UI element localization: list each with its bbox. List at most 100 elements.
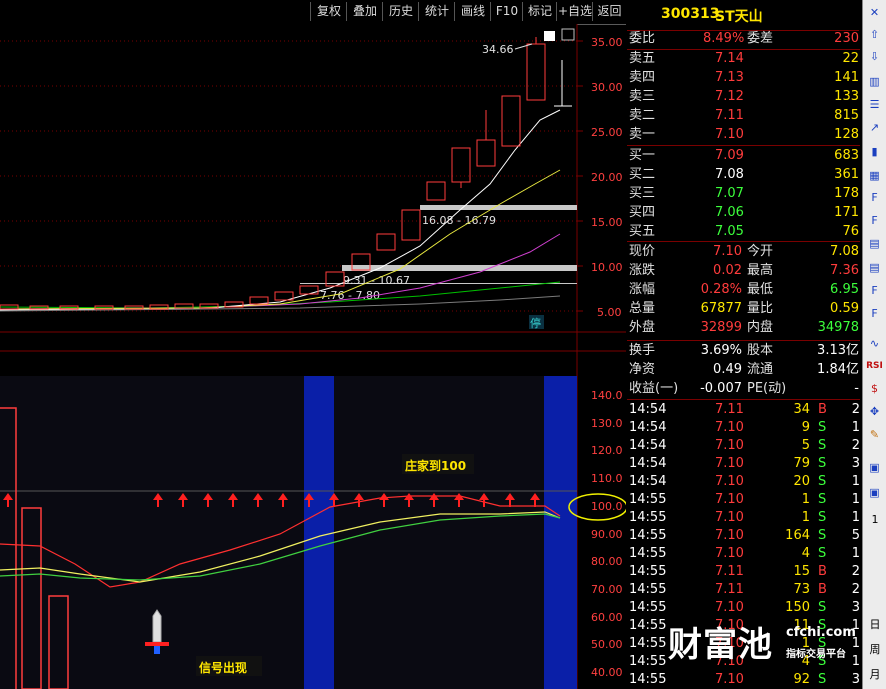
fundamental-label: 股本 <box>747 343 774 358</box>
list-icon[interactable]: ☰ <box>866 97 883 112</box>
indicator-axis-label: 60.00 <box>591 611 623 624</box>
draw-line-button[interactable]: 画线 <box>454 2 491 21</box>
stat-value: 6.95 <box>830 282 859 297</box>
add-watchlist-button[interactable]: +自选 <box>556 2 593 21</box>
tick-price: 7.11 <box>715 582 744 597</box>
order-price: 7.06 <box>715 205 744 220</box>
tick-price: 7.10 <box>715 546 744 561</box>
tick-time: 14:54 <box>629 420 667 435</box>
sell-order-row: 卖一 7.10 128 <box>627 126 860 144</box>
f10-icon[interactable]: F <box>866 283 883 298</box>
wave-chart-icon[interactable]: ∿ <box>866 336 883 351</box>
chart-icon[interactable]: ▤ <box>866 260 883 275</box>
tick-time: 14:55 <box>629 564 667 579</box>
close-icon[interactable]: ✕ <box>866 5 883 20</box>
indicator-panel <box>0 376 577 689</box>
tick-price: 7.10 <box>715 510 744 525</box>
fuquan-button[interactable]: 复权 <box>310 2 347 21</box>
tick-side: S <box>818 510 827 525</box>
tick-time: 14:54 <box>629 474 667 489</box>
fundamental-value: - <box>854 381 859 396</box>
tick-row: 14:54 7.10 79 S 3 <box>627 455 860 473</box>
line-chart-icon[interactable]: ↗ <box>866 120 883 135</box>
fundamental-row: 收益(一) -0.007 PE(动) - <box>627 380 860 398</box>
minute-chart-icon[interactable]: ▥ <box>866 74 883 89</box>
weibi-row: 委比 8.49% 委差 230 <box>627 30 860 48</box>
document-icon[interactable]: ▤ <box>866 236 883 251</box>
period-day[interactable]: 日 <box>865 616 885 632</box>
indicator-axis-label: 40.00 <box>591 666 623 679</box>
stat-label: 涨幅 <box>629 282 656 297</box>
window-icon[interactable]: ▣ <box>866 460 883 475</box>
period-month[interactable]: 月 <box>865 666 885 682</box>
order-label: 买五 <box>629 224 656 239</box>
order-price: 7.09 <box>715 148 744 163</box>
grid-icon[interactable]: ▦ <box>866 168 883 183</box>
weicha-label: 委差 <box>747 31 774 46</box>
fundamental-label: 流通 <box>747 362 774 377</box>
tick-side: S <box>818 672 827 687</box>
tick-side: B <box>818 402 827 417</box>
stat-label: 现价 <box>629 244 656 259</box>
stat-label: 内盘 <box>747 320 774 335</box>
tick-volume: 34 <box>793 402 810 417</box>
tick-side: S <box>818 420 827 435</box>
high-price-label: 34.66 <box>482 43 514 56</box>
stat-value: 7.36 <box>830 263 859 278</box>
buy-order-row: 买四 7.06 171 <box>627 204 860 222</box>
kline-chart-area[interactable]: 35.00 30.00 25.00 20.00 15.00 10.00 5.00… <box>0 24 626 689</box>
price-axis-ticks <box>577 40 583 312</box>
stock-name: ST天山 <box>715 9 763 25</box>
rsi-icon[interactable]: RSI <box>866 359 883 374</box>
stat-row: 涨跌 0.02 最高 7.36 <box>627 262 860 280</box>
weicha-value: 230 <box>834 31 859 46</box>
move-icon[interactable]: ✥ <box>866 404 883 419</box>
f10-icon[interactable]: F <box>866 213 883 228</box>
period-week[interactable]: 周 <box>865 641 885 657</box>
back-button[interactable]: 返回 <box>592 2 626 21</box>
fundamental-label: 换手 <box>629 343 656 358</box>
candlestick-icon[interactable]: ▮ <box>866 144 883 159</box>
f10-icon[interactable]: F <box>866 190 883 205</box>
order-volume: 76 <box>842 224 859 239</box>
fundamental-value: 3.13亿 <box>817 343 859 358</box>
stat-label: 总量 <box>629 301 656 316</box>
separator <box>627 241 860 242</box>
stat-value: 7.08 <box>830 244 859 259</box>
indicator-axis-label: 90.00 <box>591 528 623 541</box>
tick-row: 14:54 7.11 34 B 2 <box>627 401 860 419</box>
sell-order-row: 卖五 7.14 22 <box>627 50 860 68</box>
order-price: 7.08 <box>715 167 744 182</box>
tick-count: 2 <box>851 582 860 597</box>
pencil-icon[interactable]: ✎ <box>866 427 883 442</box>
tick-side: S <box>818 438 827 453</box>
mark-button[interactable]: 标记 <box>522 2 557 21</box>
chart-toolbar: 复权 叠加 历史 统计 画线 F10 标记 +自选 返回 <box>0 0 626 25</box>
order-label: 卖四 <box>629 70 656 85</box>
period-1[interactable]: 1 <box>865 513 885 526</box>
stock-header: 300313 ST天山 <box>627 0 859 31</box>
f10-button[interactable]: F10 <box>490 2 523 21</box>
order-volume: 361 <box>834 167 859 182</box>
tick-side: S <box>818 492 827 507</box>
overlay-button[interactable]: 叠加 <box>346 2 383 21</box>
arrow-up-icon[interactable]: ⇧ <box>866 27 883 42</box>
dollar-icon[interactable]: $ <box>866 381 883 396</box>
order-volume: 815 <box>834 108 859 123</box>
order-volume: 22 <box>842 51 859 66</box>
f10-icon[interactable]: F <box>866 306 883 321</box>
chart-menu-icon[interactable] <box>544 31 555 41</box>
tick-row: 14:55 7.10 92 S 3 <box>627 671 860 689</box>
fundamental-label: PE(动) <box>747 381 787 396</box>
history-button[interactable]: 历史 <box>382 2 419 21</box>
indicator-axis-label: 110.0 <box>591 472 623 485</box>
tick-price: 7.10 <box>715 438 744 453</box>
stat-row: 外盘 32899 内盘 34978 <box>627 319 860 337</box>
order-label: 买一 <box>629 148 656 163</box>
tick-row: 14:55 7.10 150 S 3 <box>627 599 860 617</box>
signal-band <box>544 376 577 689</box>
window-icon[interactable]: ▣ <box>866 485 883 500</box>
stats-button[interactable]: 统计 <box>418 2 455 21</box>
price-axis-label: 25.00 <box>591 126 623 139</box>
arrow-down-icon[interactable]: ⇩ <box>866 49 883 64</box>
